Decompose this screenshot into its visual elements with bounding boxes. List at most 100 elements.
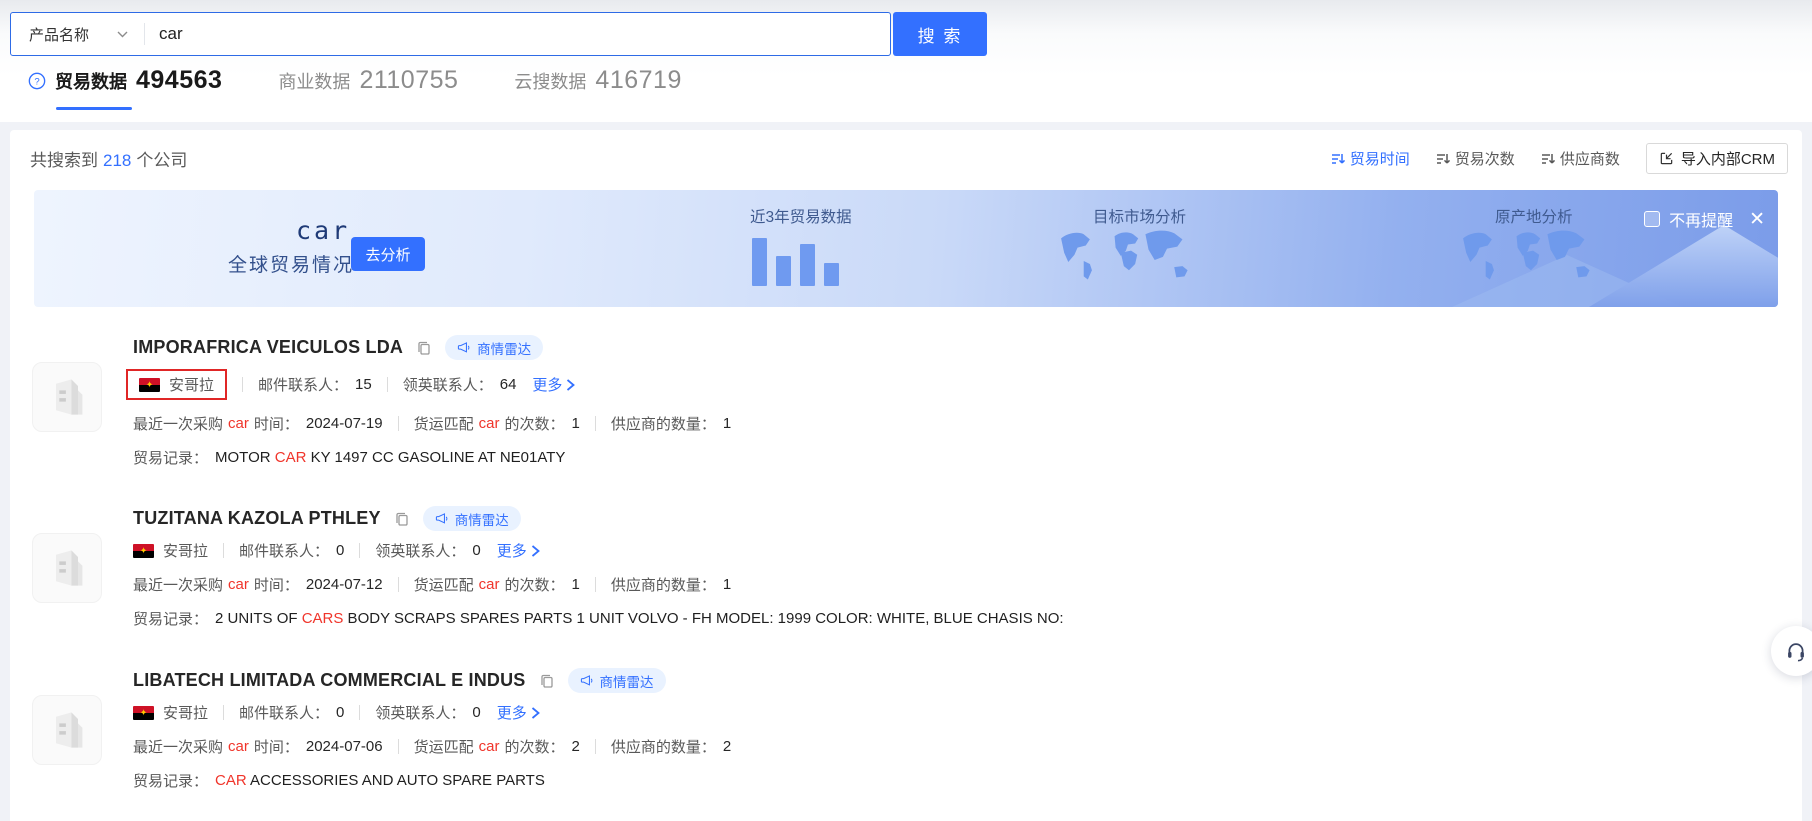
linkedin-contacts-value: 0 xyxy=(472,542,480,559)
world-map-icon xyxy=(1452,226,1612,298)
company-logo-placeholder[interactable] xyxy=(32,533,102,603)
trade-record-keyword: CARS xyxy=(302,610,344,627)
trade-record-keyword: CAR xyxy=(215,772,247,789)
sort-trade-count[interactable]: 贸易次数 xyxy=(1436,148,1515,169)
trade-record-label: 贸易记录： xyxy=(133,447,208,468)
page: 产品名称 搜 索 ? 贸易数据 494563 商业数据 2110755 云搜数据… xyxy=(0,0,1812,821)
tab-count: 2110755 xyxy=(359,66,458,95)
company-row: LIBATECH LIMITADA COMMERCIAL E INDUS 商情雷… xyxy=(32,668,1802,792)
results-header: 共搜索到 218 个公司 贸易时间 贸易次数 供应商数 导入内部CRM xyxy=(10,130,1802,174)
headset-icon xyxy=(1785,640,1807,662)
email-contacts-label: 邮件联系人： xyxy=(239,702,329,723)
svg-text:?: ? xyxy=(34,76,39,87)
dont-remind-checkbox[interactable] xyxy=(1644,211,1660,227)
search-input[interactable] xyxy=(145,24,890,44)
more-link[interactable]: 更多 xyxy=(497,702,540,723)
trade-record-text: MOTOR CAR KY 1497 CC GASOLINE AT NE01ATY xyxy=(215,449,565,466)
linkedin-contacts-value: 64 xyxy=(500,376,517,393)
results-count: 218 xyxy=(103,151,131,170)
business-radar-label: 商情雷达 xyxy=(477,338,531,358)
tab-trade-data[interactable]: ? 贸易数据 494563 xyxy=(28,66,222,110)
purchase-time-label: 时间： xyxy=(254,736,299,757)
email-contacts-value: 0 xyxy=(336,542,344,559)
country-chip: 安哥拉 xyxy=(133,702,208,723)
business-radar-badge[interactable]: 商情雷达 xyxy=(568,668,666,693)
sort-supplier-count[interactable]: 供应商数 xyxy=(1541,148,1620,169)
more-label: 更多 xyxy=(497,702,527,723)
sort-trade-time[interactable]: 贸易时间 xyxy=(1331,148,1410,169)
megaphone-icon xyxy=(457,341,471,355)
import-crm-button[interactable]: 导入内部CRM xyxy=(1646,143,1788,174)
business-radar-badge[interactable]: 商情雷达 xyxy=(445,335,543,360)
sort-desc-icon xyxy=(1541,152,1555,166)
keyword-highlight: car xyxy=(479,576,500,593)
last-purchase-label: 最近一次采购 xyxy=(133,736,223,757)
search-button[interactable]: 搜 索 xyxy=(893,12,987,56)
results-summary: 共搜索到 218 个公司 xyxy=(30,146,187,171)
more-link[interactable]: 更多 xyxy=(497,540,540,561)
freight-count-value: 1 xyxy=(571,576,579,593)
keyword-highlight: car xyxy=(479,415,500,432)
business-radar-label: 商情雷达 xyxy=(600,671,654,691)
company-logo-placeholder[interactable] xyxy=(32,362,102,432)
business-radar-label: 商情雷达 xyxy=(455,509,509,529)
search-category-select[interactable]: 产品名称 xyxy=(11,13,144,55)
purchase-date: 2024-07-06 xyxy=(306,738,383,755)
tab-label: 商业数据 xyxy=(278,68,350,94)
tab-label: 贸易数据 xyxy=(55,68,127,94)
company-name[interactable]: TUZITANA KAZOLA PTHLEY xyxy=(133,508,381,529)
trade-record-label: 贸易记录： xyxy=(133,770,208,791)
divider xyxy=(595,739,596,754)
country-chip-highlighted: 安哥拉 xyxy=(126,369,227,400)
angola-flag-icon xyxy=(133,544,154,558)
freight-match-label: 货运匹配 xyxy=(414,574,474,595)
tab-label: 云搜数据 xyxy=(514,68,586,94)
linkedin-contacts-label: 领英联系人： xyxy=(375,702,465,723)
chevron-right-icon xyxy=(566,379,575,391)
sort-label: 贸易时间 xyxy=(1350,148,1410,169)
tab-count: 416719 xyxy=(595,66,681,95)
angola-flag-icon xyxy=(139,378,160,392)
keyword-highlight: car xyxy=(228,576,249,593)
linkedin-contacts-label: 领英联系人： xyxy=(403,374,493,395)
divider xyxy=(242,377,243,392)
more-label: 更多 xyxy=(532,374,562,395)
divider xyxy=(398,739,399,754)
copy-icon[interactable] xyxy=(539,673,555,689)
building-icon xyxy=(45,708,89,752)
supplier-count-value: 1 xyxy=(723,415,731,432)
trade-record-text: 2 UNITS OF CARS BODY SCRAPS SPARES PARTS… xyxy=(215,610,1064,627)
company-name[interactable]: IMPORAFRICA VEICULOS LDA xyxy=(133,337,403,358)
purchase-time-label: 时间： xyxy=(254,413,299,434)
sort-label: 供应商数 xyxy=(1560,148,1620,169)
results-prefix: 共搜索到 xyxy=(30,151,98,170)
tab-cloud-search-data[interactable]: 云搜数据 416719 xyxy=(514,66,681,110)
banner-dismiss-group: 不再提醒 ✕ xyxy=(1644,207,1765,231)
keyword-highlight: car xyxy=(228,738,249,755)
banner-subtitle: 全球贸易情况 xyxy=(228,250,354,277)
copy-icon[interactable] xyxy=(416,340,432,356)
results-suffix: 个公司 xyxy=(136,151,187,170)
close-icon[interactable]: ✕ xyxy=(1749,210,1765,229)
trade-bar xyxy=(752,238,767,286)
divider xyxy=(359,543,360,558)
divider xyxy=(223,705,224,720)
analyze-button[interactable]: 去分析 xyxy=(351,237,425,271)
sort-desc-icon xyxy=(1436,152,1450,166)
banner-mountain-decoration xyxy=(1589,225,1778,307)
more-link[interactable]: 更多 xyxy=(532,374,575,395)
copy-icon[interactable] xyxy=(394,511,410,527)
trade-record-keyword: CAR xyxy=(275,449,307,466)
country-name: 安哥拉 xyxy=(163,702,208,723)
banner-panel-target-market: 目标市场分析 xyxy=(1093,205,1186,227)
import-crm-label: 导入内部CRM xyxy=(1681,148,1775,169)
tab-count: 494563 xyxy=(136,66,222,95)
purchase-date: 2024-07-12 xyxy=(306,576,383,593)
business-radar-badge[interactable]: 商情雷达 xyxy=(423,506,521,531)
company-logo-placeholder[interactable] xyxy=(32,695,102,765)
company-name[interactable]: LIBATECH LIMITADA COMMERCIAL E INDUS xyxy=(133,670,526,691)
tab-business-data[interactable]: 商业数据 2110755 xyxy=(278,66,458,110)
trade-record-label: 贸易记录： xyxy=(133,608,208,629)
linkedin-contacts-label: 领英联系人： xyxy=(375,540,465,561)
question-circle-icon[interactable]: ? xyxy=(28,72,46,90)
